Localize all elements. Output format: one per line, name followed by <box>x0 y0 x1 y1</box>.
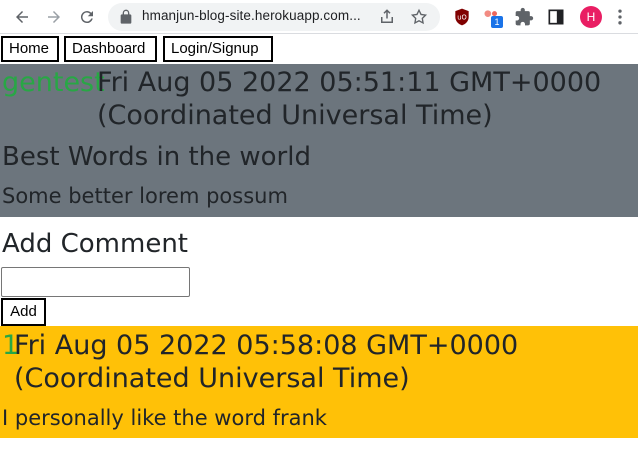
post-author: gentest <box>2 67 105 98</box>
share-icon[interactable] <box>378 8 396 26</box>
url-text: hmanjun-blog-site.herokuapp.com... <box>142 8 361 23</box>
reload-icon <box>80 11 93 24</box>
post-date-line1: Fri Aug 05 2022 05:51:11 GMT+0000 <box>97 67 602 98</box>
nav-login-button[interactable]: Login/Signup <box>163 36 273 62</box>
post-date: Fri Aug 05 2022 05:51:11 GMT+0000 (Coord… <box>97 66 617 132</box>
nav-dashboard-button[interactable]: Dashboard <box>64 36 157 62</box>
post-body: Some better lorem possum <box>2 184 288 208</box>
comment-card: 1 Fri Aug 05 2022 05:58:08 GMT+0000 (Coo… <box>0 326 638 438</box>
comment-text: I personally like the word frank <box>2 406 327 430</box>
comment-input[interactable] <box>1 267 190 297</box>
add-comment-heading: Add Comment <box>2 229 188 259</box>
menu-dots-icon[interactable] <box>610 7 630 27</box>
back-button[interactable] <box>10 5 34 29</box>
arrow-right-icon <box>48 11 60 23</box>
extension-badge: 1 <box>491 16 503 28</box>
post-date-line2: (Coordinated Universal Time) <box>97 100 493 131</box>
svg-text:uO: uO <box>457 14 466 22</box>
bookmark-star-icon[interactable] <box>410 8 428 26</box>
add-comment-button[interactable]: Add <box>1 298 46 326</box>
side-panel-icon[interactable] <box>546 7 566 27</box>
site-nav: Home Dashboard Login/Signup <box>0 35 638 64</box>
arrow-left-icon <box>16 11 28 23</box>
ublock-extension-icon[interactable]: uO <box>452 7 472 27</box>
comment-date: Fri Aug 05 2022 05:58:08 GMT+0000 (Coord… <box>14 329 574 395</box>
profile-avatar[interactable]: H <box>580 6 602 28</box>
post-card: gentest Fri Aug 05 2022 05:51:11 GMT+000… <box>0 64 638 217</box>
browser-toolbar: hmanjun-blog-site.herokuapp.com... uO 1 … <box>0 0 638 34</box>
forward-button[interactable] <box>42 5 66 29</box>
post-title: Best Words in the world <box>2 142 311 172</box>
nav-home-button[interactable]: Home <box>1 36 59 62</box>
comment-date-line1: Fri Aug 05 2022 05:58:08 GMT+0000 <box>14 330 519 361</box>
reload-button[interactable] <box>75 5 99 29</box>
comment-date-line2: (Coordinated Universal Time) <box>14 363 410 394</box>
puzzle-icon[interactable] <box>514 7 534 27</box>
lock-icon <box>120 9 132 24</box>
address-bar[interactable]: hmanjun-blog-site.herokuapp.com... <box>108 3 440 31</box>
